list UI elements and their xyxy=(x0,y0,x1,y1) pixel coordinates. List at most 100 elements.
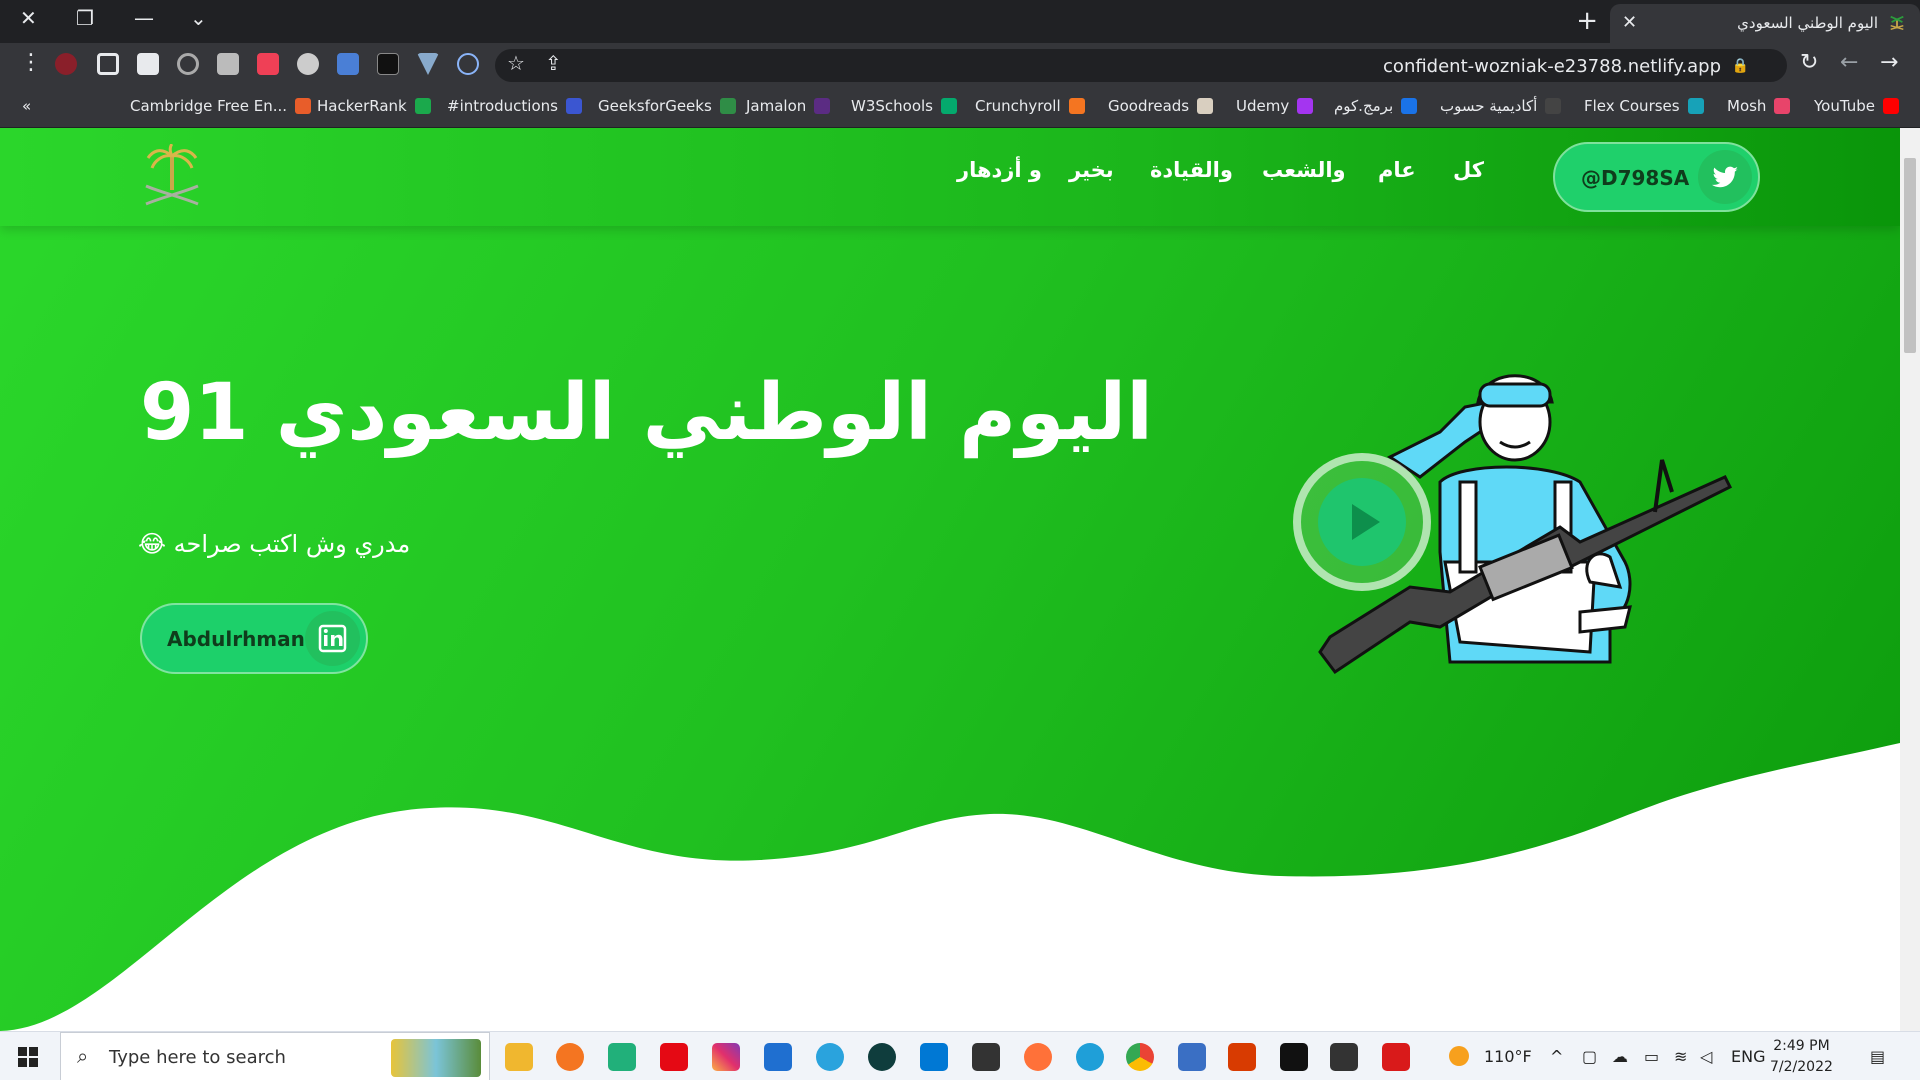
bookmark-label: #introductions xyxy=(447,97,558,115)
bookmark-item[interactable]: Crunchyroll xyxy=(975,97,1085,115)
vue-icon[interactable] xyxy=(417,53,439,75)
show-hidden-icons-chevron-icon[interactable]: ^ xyxy=(1550,1047,1563,1066)
upwork-icon[interactable] xyxy=(868,1043,896,1071)
edx-icon[interactable] xyxy=(1330,1043,1358,1071)
palm-favicon-icon xyxy=(1890,15,1904,30)
wifi-icon[interactable]: ≋ xyxy=(1674,1047,1687,1066)
pocket-icon[interactable] xyxy=(257,53,279,75)
bookmark-item[interactable]: Mosh xyxy=(1727,97,1791,115)
windows-start-icon[interactable] xyxy=(18,1047,38,1067)
back-icon[interactable]: → xyxy=(1880,50,1898,75)
bookmark-item[interactable]: GeeksforGeeks xyxy=(598,97,736,115)
saudi-emblem-logo xyxy=(145,144,199,206)
clock[interactable]: 2:49 PM 7/2/2022 xyxy=(1770,1036,1833,1078)
volume-icon[interactable]: ◁ xyxy=(1700,1047,1712,1066)
scrollbar-thumb[interactable] xyxy=(1904,158,1916,353)
nav-link-kol[interactable]: كل xyxy=(1453,158,1484,182)
browser-toolbar: ⋮ ☆ ⇪ confident-wozniak-e23788.netlify.a… xyxy=(0,43,1920,88)
tab-active[interactable]: ✕ اليوم الوطني السعودي xyxy=(1610,4,1920,43)
bookmark-item[interactable]: Flex Courses xyxy=(1584,97,1704,115)
bookmark-favicon-icon xyxy=(414,98,431,114)
close-window-icon[interactable]: ✕ xyxy=(20,6,37,30)
firefox-icon[interactable] xyxy=(1024,1043,1052,1071)
address-bar[interactable]: ☆ ⇪ confident-wozniak-e23788.netlify.app… xyxy=(495,49,1787,82)
microsoft-store-icon[interactable] xyxy=(764,1043,792,1071)
terminal-icon[interactable] xyxy=(972,1043,1000,1071)
minimize-window-icon[interactable]: — xyxy=(134,6,154,30)
share-icon[interactable]: ⇪ xyxy=(545,51,562,75)
acrobat-icon[interactable] xyxy=(1382,1043,1410,1071)
bookmark-item[interactable]: YouTube xyxy=(1814,97,1899,115)
extension-gauge-icon[interactable] xyxy=(297,53,319,75)
bookmark-item[interactable]: #introductions xyxy=(447,97,582,115)
bookmark-item[interactable]: W3Schools xyxy=(851,97,957,115)
new-tab-button[interactable]: + xyxy=(1576,6,1598,36)
input-language[interactable]: ENG xyxy=(1731,1047,1765,1066)
telegram-icon[interactable] xyxy=(816,1043,844,1071)
react-icon[interactable] xyxy=(457,53,479,75)
bookmark-item[interactable]: Jamalon xyxy=(746,97,831,115)
reload-icon[interactable]: ↻ xyxy=(1800,50,1818,75)
keyboard-app-icon[interactable] xyxy=(608,1043,636,1071)
nav-link-alshaab[interactable]: والشعب xyxy=(1262,158,1346,182)
bookmark-favicon-icon xyxy=(814,98,831,114)
tab-search-chevron-icon[interactable]: ⌄ xyxy=(190,6,207,30)
notion-icon[interactable] xyxy=(1280,1043,1308,1071)
chrome-icon[interactable] xyxy=(1126,1043,1154,1071)
bookmark-star-icon[interactable]: ☆ xyxy=(507,51,525,75)
bookmark-label: Flex Courses xyxy=(1584,97,1680,115)
notifications-icon[interactable]: ▤ xyxy=(1870,1047,1885,1066)
bookmark-item[interactable]: برمج.كوم xyxy=(1334,97,1418,115)
search-highlight-illustration xyxy=(391,1039,481,1077)
profile-avatar[interactable] xyxy=(55,53,77,75)
edge-icon[interactable] xyxy=(1076,1043,1104,1071)
bookmark-item[interactable]: أكاديمية حسوب xyxy=(1440,97,1562,115)
hero-subtitle: مدري وش اكتب صراحه 😂 xyxy=(138,530,411,558)
bookmark-favicon-icon xyxy=(1197,98,1214,114)
bookmark-label: Mosh xyxy=(1727,97,1767,115)
forward-icon[interactable]: ← xyxy=(1840,50,1858,75)
play-video-button[interactable] xyxy=(1293,453,1431,591)
bookmark-item[interactable]: Goodreads xyxy=(1108,97,1214,115)
menu-kebab-icon[interactable]: ⋮ xyxy=(20,50,42,75)
nav-link-aam[interactable]: عام xyxy=(1378,158,1416,182)
crunchyroll-icon[interactable] xyxy=(556,1043,584,1071)
file-explorer-icon[interactable] xyxy=(505,1043,533,1071)
weather-sun-icon[interactable] xyxy=(1449,1046,1469,1066)
nav-link-wa-izdihar[interactable]: و أزدهار xyxy=(957,158,1042,182)
lock-icon: 🔒 xyxy=(1731,58,1749,74)
powershell-icon[interactable] xyxy=(1178,1043,1206,1071)
bookmarks-overflow-icon[interactable]: « xyxy=(22,97,31,115)
bookmark-label: Udemy xyxy=(1236,97,1290,115)
nav-link-alqiyadah[interactable]: والقيادة xyxy=(1150,158,1233,182)
extensions-puzzle-icon[interactable] xyxy=(137,53,159,75)
instagram-icon[interactable] xyxy=(712,1043,740,1071)
battery-icon[interactable]: ▭ xyxy=(1644,1047,1659,1066)
bookmark-favicon-icon xyxy=(941,98,957,114)
bookmark-item[interactable]: Udemy xyxy=(1236,97,1314,115)
extension-target-icon[interactable] xyxy=(177,53,199,75)
search-placeholder: Type here to search xyxy=(109,1047,286,1068)
bookmark-favicon-icon xyxy=(719,98,736,114)
url-text: confident-wozniak-e23788.netlify.app xyxy=(1383,56,1721,77)
netflix-icon[interactable] xyxy=(660,1043,688,1071)
clock-date: 7/2/2022 xyxy=(1770,1059,1833,1075)
angular-icon[interactable] xyxy=(377,53,399,75)
weather-temperature[interactable]: 110°F xyxy=(1484,1047,1532,1066)
taskbar-search-box[interactable]: ⌕ Type here to search xyxy=(60,1032,490,1080)
onedrive-cloud-icon[interactable]: ☁ xyxy=(1612,1047,1628,1066)
tab-close-icon[interactable]: ✕ xyxy=(1622,12,1637,33)
page-scrollbar[interactable] xyxy=(1900,128,1920,1031)
office-icon[interactable] xyxy=(1228,1043,1256,1071)
side-panel-icon[interactable] xyxy=(97,53,119,75)
extension-bulb-icon[interactable] xyxy=(217,53,239,75)
meet-now-icon[interactable]: ▢ xyxy=(1582,1047,1597,1066)
linkedin-button[interactable]: Abdulrhman xyxy=(140,603,368,674)
twitter-button[interactable]: @D798SA xyxy=(1553,142,1760,212)
vscode-icon[interactable] xyxy=(920,1043,948,1071)
bookmark-item[interactable]: Cambridge Free En... xyxy=(130,97,312,115)
nav-link-bekhair[interactable]: بخير xyxy=(1069,158,1114,182)
bookmark-item[interactable]: HackerRank xyxy=(317,97,431,115)
translate-icon[interactable] xyxy=(337,53,359,75)
restore-window-icon[interactable]: ❐ xyxy=(76,6,94,30)
